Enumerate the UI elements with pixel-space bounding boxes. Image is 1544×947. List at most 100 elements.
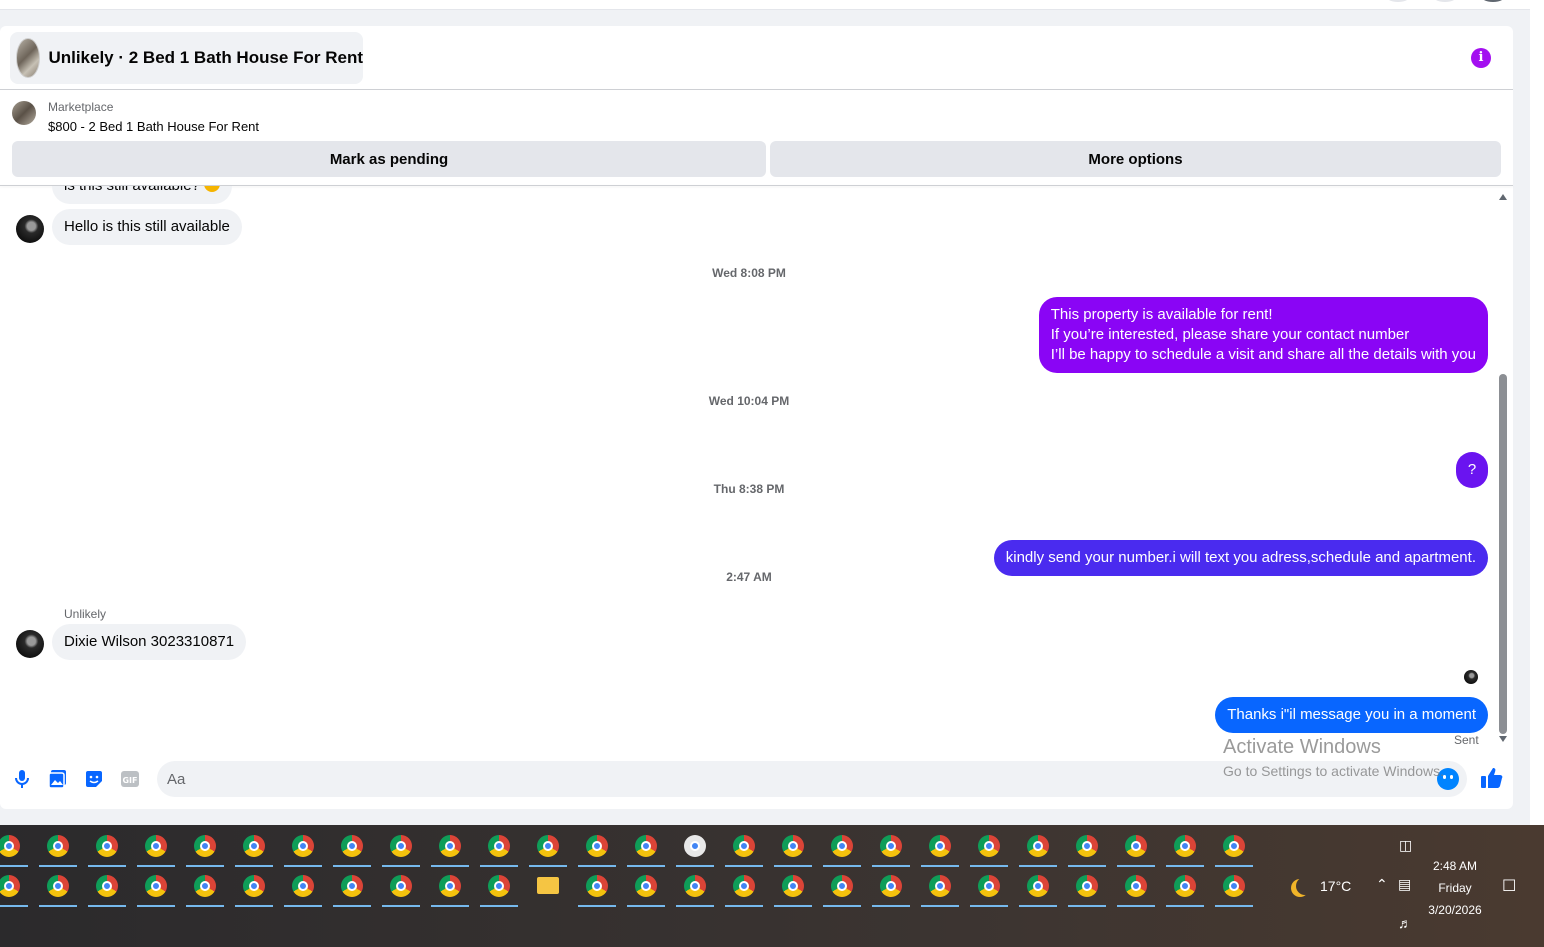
chrome-icon[interactable] bbox=[33, 827, 82, 867]
chrome-icon[interactable] bbox=[33, 867, 82, 907]
mark-as-pending-button[interactable]: Mark as pending bbox=[12, 141, 766, 177]
like-thumbs-up-icon[interactable] bbox=[1480, 766, 1504, 792]
app-icon[interactable] bbox=[670, 827, 719, 867]
notification-center-icon[interactable]: ☐ bbox=[1502, 876, 1516, 896]
chrome-icon[interactable] bbox=[621, 867, 670, 907]
system-clock[interactable]: 2:48 AM Friday 3/20/2026 bbox=[1420, 855, 1490, 921]
message-timestamp: Thu 8:38 PM bbox=[713, 482, 785, 496]
thread-scrollbar[interactable] bbox=[1498, 192, 1508, 742]
chrome-icon[interactable] bbox=[278, 867, 327, 907]
chrome-icon[interactable] bbox=[621, 827, 670, 867]
chrome-icon[interactable] bbox=[0, 867, 33, 907]
scrollbar-thumb[interactable] bbox=[1499, 374, 1507, 734]
clock-day: Friday bbox=[1438, 881, 1472, 895]
chrome-icon[interactable] bbox=[229, 867, 278, 907]
chrome-icon[interactable] bbox=[327, 867, 376, 907]
photo-attach-icon[interactable] bbox=[47, 768, 69, 790]
moon-icon bbox=[1296, 877, 1314, 895]
chrome-icon[interactable] bbox=[768, 867, 817, 907]
message-thread[interactable]: is this still available? Hello is this s… bbox=[0, 186, 1513, 746]
chrome-icon[interactable] bbox=[866, 867, 915, 907]
chrome-icon[interactable] bbox=[817, 827, 866, 867]
chrome-icon[interactable] bbox=[964, 827, 1013, 867]
chrome-icon[interactable] bbox=[719, 827, 768, 867]
chrome-icon[interactable] bbox=[0, 827, 33, 867]
chrome-icon[interactable] bbox=[180, 827, 229, 867]
clock-time: 2:48 AM bbox=[1432, 859, 1478, 873]
network-icon[interactable]: ▤ bbox=[1398, 876, 1411, 893]
listing-title: $800 - 2 Bed 1 Bath House For Rent bbox=[48, 119, 260, 134]
sticker-icon[interactable] bbox=[83, 768, 105, 790]
chrome-icon[interactable] bbox=[1013, 867, 1062, 907]
volume-icon[interactable]: ♬ bbox=[1398, 915, 1412, 931]
chrome-icon[interactable] bbox=[474, 827, 523, 867]
chrome-icon[interactable] bbox=[670, 867, 719, 907]
listing-kicker: Marketplace bbox=[48, 100, 114, 114]
taskbar-row bbox=[0, 867, 1258, 907]
chrome-icon[interactable] bbox=[1160, 827, 1209, 867]
chrome-icon[interactable] bbox=[1209, 867, 1258, 907]
conversation-title: Unlikely · 2 Bed 1 Bath House For Rent bbox=[48, 48, 363, 67]
weather-temperature: 17°C bbox=[1320, 878, 1352, 894]
meet-now-icon[interactable]: ◫ bbox=[1399, 837, 1412, 854]
chrome-icon[interactable] bbox=[1111, 867, 1160, 907]
chrome-icon[interactable] bbox=[425, 867, 474, 907]
chrome-icon[interactable] bbox=[572, 867, 621, 907]
chrome-icon[interactable] bbox=[768, 827, 817, 867]
chrome-icon[interactable] bbox=[180, 867, 229, 907]
message-bubble-incoming[interactable]: Dixie Wilson 3023310871 bbox=[52, 624, 247, 660]
chrome-icon[interactable] bbox=[327, 827, 376, 867]
message-text: Thanks i"il message you in a moment bbox=[1227, 706, 1476, 723]
chrome-icon[interactable] bbox=[1111, 827, 1160, 867]
chrome-icon[interactable] bbox=[131, 827, 180, 867]
page-scrollbar[interactable] bbox=[1530, 0, 1544, 825]
message-bubble-incoming[interactable]: is this still available? bbox=[52, 186, 232, 204]
chrome-icon[interactable] bbox=[817, 867, 866, 907]
chrome-icon[interactable] bbox=[278, 827, 327, 867]
message-text: Dixie Wilson 3023310871 bbox=[64, 633, 235, 650]
chrome-icon[interactable] bbox=[964, 867, 1013, 907]
chrome-icon[interactable] bbox=[474, 867, 523, 907]
toolbar-icon[interactable] bbox=[1385, 0, 1411, 2]
chrome-icon[interactable] bbox=[1160, 867, 1209, 907]
marketplace-listing[interactable]: Marketplace $800 - 2 Bed 1 Bath House Fo… bbox=[12, 99, 512, 135]
chrome-icon[interactable] bbox=[376, 867, 425, 907]
chrome-icon[interactable] bbox=[866, 827, 915, 867]
profile-avatar[interactable] bbox=[1480, 0, 1506, 2]
chrome-icon[interactable] bbox=[915, 867, 964, 907]
chrome-icon[interactable] bbox=[376, 827, 425, 867]
message-bubble-outgoing[interactable]: Thanks i"il message you in a moment bbox=[1215, 697, 1488, 733]
microphone-icon[interactable] bbox=[11, 768, 33, 790]
message-timestamp: Wed 8:08 PM bbox=[712, 266, 786, 280]
chrome-icon[interactable] bbox=[131, 867, 180, 907]
chrome-icon[interactable] bbox=[1013, 827, 1062, 867]
chevron-up-icon[interactable]: ⌃ bbox=[1376, 876, 1388, 893]
watermark-title: Activate Windows bbox=[1223, 736, 1381, 758]
toolbar-icon[interactable] bbox=[1432, 0, 1458, 2]
conversation-title-button[interactable]: Unlikely · 2 Bed 1 Bath House For Rent bbox=[10, 32, 363, 84]
chrome-icon[interactable] bbox=[1209, 827, 1258, 867]
chrome-icon[interactable] bbox=[915, 827, 964, 867]
contact-avatar[interactable] bbox=[16, 630, 44, 658]
chrome-icon[interactable] bbox=[82, 867, 131, 907]
listing-thumbnail bbox=[12, 101, 36, 125]
more-options-button[interactable]: More options bbox=[770, 141, 1501, 177]
weather-widget[interactable]: 17°C bbox=[1290, 877, 1351, 895]
file-explorer-icon[interactable] bbox=[523, 867, 572, 907]
seen-avatar bbox=[1464, 670, 1478, 684]
info-icon[interactable]: i bbox=[1471, 48, 1491, 68]
chrome-icon[interactable] bbox=[572, 827, 621, 867]
chrome-icon[interactable] bbox=[523, 827, 572, 867]
scroll-up-arrow-icon[interactable] bbox=[1499, 194, 1507, 200]
message-bubble-incoming[interactable]: Hello is this still available bbox=[52, 209, 242, 245]
contact-avatar[interactable] bbox=[16, 215, 44, 243]
chrome-icon[interactable] bbox=[719, 867, 768, 907]
chrome-icon[interactable] bbox=[229, 827, 278, 867]
scroll-down-arrow-icon[interactable] bbox=[1499, 736, 1507, 742]
chrome-icon[interactable] bbox=[1062, 867, 1111, 907]
message-bubble-outgoing[interactable]: This property is available for rent! If … bbox=[1038, 297, 1488, 373]
chrome-icon[interactable] bbox=[1062, 827, 1111, 867]
gif-icon[interactable]: GIF bbox=[119, 768, 141, 790]
chrome-icon[interactable] bbox=[425, 827, 474, 867]
chrome-icon[interactable] bbox=[82, 827, 131, 867]
